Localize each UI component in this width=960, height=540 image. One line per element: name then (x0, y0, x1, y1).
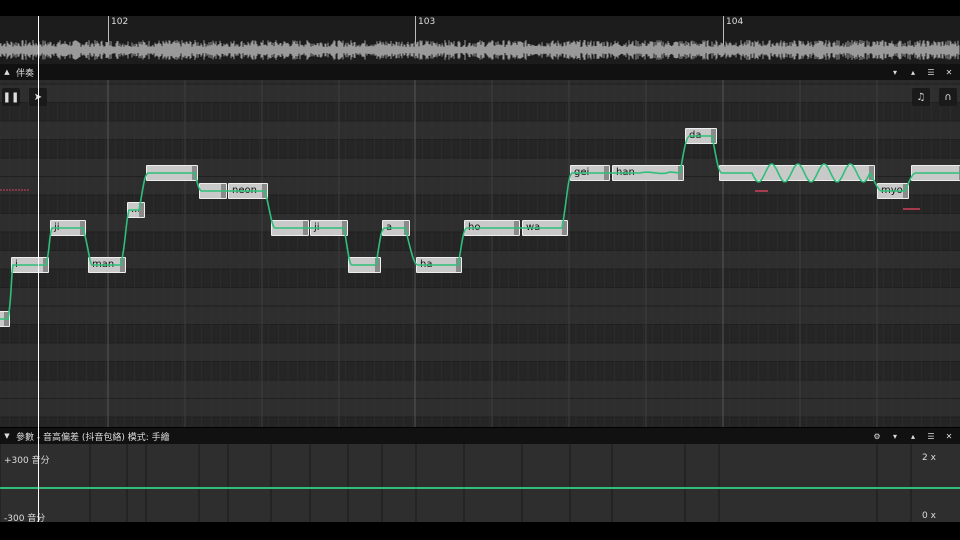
note[interactable]: da (685, 128, 717, 144)
note[interactable]: ji (50, 220, 86, 236)
note[interactable] (911, 165, 960, 181)
parameter-title: 參數 - 音高偏差 (抖音包絡) 模式: 手繪 (16, 432, 170, 443)
piano-roll-grid (0, 80, 960, 427)
param-bottom-label: -300 音分 (4, 514, 46, 522)
menu-icon[interactable]: ☰ (922, 432, 940, 441)
accompaniment-track-header: ▲ 伴奏 ▾ ▴ ☰ ✕ (0, 64, 960, 80)
parameter-grid (0, 444, 960, 522)
pause-button[interactable]: ❚❚ (2, 88, 20, 106)
param-bottom-scale: 0 x (922, 511, 936, 521)
track-title: 伴奏 (16, 68, 35, 79)
note[interactable] (271, 220, 309, 236)
bottom-bar (0, 522, 960, 540)
timeline-ruler[interactable]: 102 103 104 (0, 16, 960, 64)
menu-icon[interactable]: ☰ (922, 68, 940, 77)
audio-waveform (0, 40, 960, 60)
chevron-up-icon[interactable]: ▴ (904, 68, 922, 77)
chevron-down-icon[interactable]: ▾ (886, 68, 904, 77)
note[interactable]: wa (522, 220, 568, 236)
parameters-panel-header: ▼ 參數 - 音高偏差 (抖音包絡) 模式: 手繪 ⚙ ▾ ▴ ☰ ✕ (0, 428, 960, 444)
chevron-up-icon[interactable]: ▴ (904, 432, 922, 441)
bar-label-102: 102 (111, 17, 129, 27)
note[interactable]: man (88, 257, 126, 273)
note[interactable]: ji (310, 220, 348, 236)
top-bar (0, 0, 960, 16)
note[interactable]: ha (416, 257, 462, 273)
note[interactable] (146, 165, 198, 181)
note[interactable]: a (382, 220, 410, 236)
gear-icon[interactable]: ⚙ (868, 432, 886, 441)
note[interactable] (199, 183, 227, 199)
param-top-scale: 2 x (922, 453, 936, 463)
parameter-editor[interactable]: +300 音分 -300 音分 2 x 0 x (0, 444, 960, 522)
param-top-label: +300 音分 (4, 456, 50, 466)
headphone-button[interactable]: ∩ (939, 88, 957, 106)
close-icon[interactable]: ✕ (940, 68, 958, 77)
bar-label-103: 103 (418, 17, 436, 27)
close-icon[interactable]: ✕ (940, 432, 958, 441)
note[interactable]: i (11, 257, 49, 273)
note-tool-button[interactable]: ♫ (912, 88, 930, 106)
note[interactable]: ... (127, 202, 145, 218)
bar-label-104: 104 (726, 17, 744, 27)
note[interactable]: han (612, 165, 684, 181)
collapse-icon[interactable]: ▲ (0, 68, 14, 76)
chevron-down-icon[interactable]: ▾ (886, 432, 904, 441)
note[interactable] (719, 165, 875, 181)
piano-roll[interactable]: ❚❚ ➤ ♫ ∩ i ji man ... neon ji a ha ho wa… (0, 80, 960, 427)
playhead[interactable] (38, 16, 39, 522)
note[interactable]: myo (877, 183, 909, 199)
collapse-icon[interactable]: ▼ (0, 432, 14, 440)
note[interactable] (0, 311, 10, 327)
note[interactable]: gei (570, 165, 610, 181)
note[interactable] (348, 257, 381, 273)
note[interactable]: neon (228, 183, 268, 199)
note[interactable]: ho (464, 220, 520, 236)
